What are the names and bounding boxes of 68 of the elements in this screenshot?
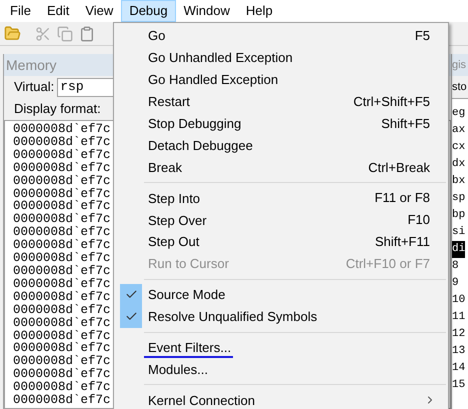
panel-title: gis — [452, 58, 466, 72]
memory-address: 0000008d`ef7c — [13, 200, 111, 214]
check-icon — [120, 306, 142, 328]
memory-address: 0000008d`ef7c — [13, 148, 111, 162]
menu-item[interactable]: Break Ctrl+Break — [114, 156, 448, 178]
menu-bar-item[interactable]: View — [77, 0, 122, 22]
register-name[interactable]: si — [452, 224, 466, 241]
memory-address: 0000008d`ef7c — [13, 226, 111, 240]
memory-address: 0000008d`ef7c — [13, 278, 111, 291]
memory-address: 0000008d`ef7c — [13, 316, 111, 330]
memory-address: 0000008d`ef7c — [13, 123, 111, 136]
menu-bar-item[interactable]: Debug — [121, 0, 176, 22]
memory-address: 0000008d`ef7c — [13, 188, 111, 200]
register-name[interactable]: 11 — [452, 309, 466, 326]
memory-address: 0000008d`ef7c — [13, 239, 111, 252]
check-icon — [120, 284, 142, 306]
register-name[interactable]: sp — [452, 190, 466, 207]
register-name[interactable]: 12 — [452, 326, 466, 343]
menu-item[interactable]: Restart Ctrl+Shift+F5 — [114, 90, 448, 113]
memory-address: 0000008d`ef7c — [13, 264, 111, 278]
memory-address: 0000008d`ef7c — [13, 368, 111, 382]
menu-item[interactable]: Modules... — [114, 358, 448, 380]
menu-item[interactable]: Resolve Unqualified Symbols — [114, 306, 448, 328]
register-name[interactable]: 14 — [452, 360, 466, 377]
memory-address: 0000008d`ef7c — [13, 213, 111, 226]
display-format-label: Display format: — [14, 100, 101, 118]
menu-item[interactable]: Kernel Connection — [114, 389, 448, 409]
register-name[interactable]: 9 — [452, 275, 459, 292]
open-folder-icon[interactable] — [4, 25, 21, 42]
register-name[interactable]: 13 — [452, 343, 466, 360]
memory-address: 0000008d`ef7c — [13, 381, 111, 394]
menu-item[interactable]: Step Into F11 or F8 — [114, 187, 448, 210]
column-header: sto — [452, 80, 467, 94]
memory-address: 0000008d`ef7c — [13, 174, 111, 188]
virtual-label: Virtual: — [14, 78, 54, 96]
memory-address: 0000008d`ef7c — [13, 136, 111, 149]
memory-address: 0000008d`ef7c — [13, 330, 111, 342]
memory-address: 0000008d`ef7c — [13, 290, 111, 304]
register-name[interactable]: di — [452, 241, 466, 258]
memory-address: 0000008d`ef7c — [13, 342, 111, 356]
register-name[interactable]: 8 — [452, 258, 459, 275]
menu-item[interactable]: Event Filters... — [114, 336, 448, 358]
register-name[interactable]: bp — [452, 207, 466, 224]
memory-address: 0000008d`ef7c — [13, 162, 111, 175]
register-name[interactable]: ax — [452, 122, 466, 139]
register-name[interactable]: dx — [452, 156, 466, 173]
memory-address: 0000008d`ef7c — [13, 355, 111, 368]
register-name[interactable]: cx — [452, 139, 466, 156]
register-name[interactable]: 10 — [452, 292, 466, 309]
scissors-icon[interactable] — [35, 26, 51, 42]
menu-bar-item[interactable]: Edit — [38, 0, 78, 22]
copy-icon[interactable] — [57, 26, 73, 42]
menu-item[interactable]: Detach Debuggee — [114, 134, 448, 156]
menu-item[interactable]: Step Out Shift+F11 — [114, 231, 448, 253]
register-name[interactable]: eg — [452, 105, 466, 122]
menu-item[interactable]: Stop Debugging Shift+F5 — [114, 112, 448, 134]
menu-bar-item[interactable]: File — [2, 0, 39, 22]
menu-item[interactable]: Step Over F10 — [114, 209, 448, 232]
menu-bar-item[interactable]: Help — [238, 0, 281, 22]
menu-item[interactable]: Go F5 — [114, 25, 448, 47]
menu-item[interactable]: Source Mode — [114, 284, 448, 306]
memory-address: 0000008d`ef7c — [13, 304, 111, 317]
memory-address: 0000008d`ef7c — [13, 394, 111, 407]
clipboard-icon[interactable] — [79, 26, 95, 42]
memory-address: 0000008d`ef7c — [13, 252, 111, 265]
register-name[interactable]: 15 — [452, 377, 466, 394]
menu-bar-item[interactable]: Window — [176, 0, 238, 22]
register-name[interactable]: bx — [452, 173, 466, 190]
